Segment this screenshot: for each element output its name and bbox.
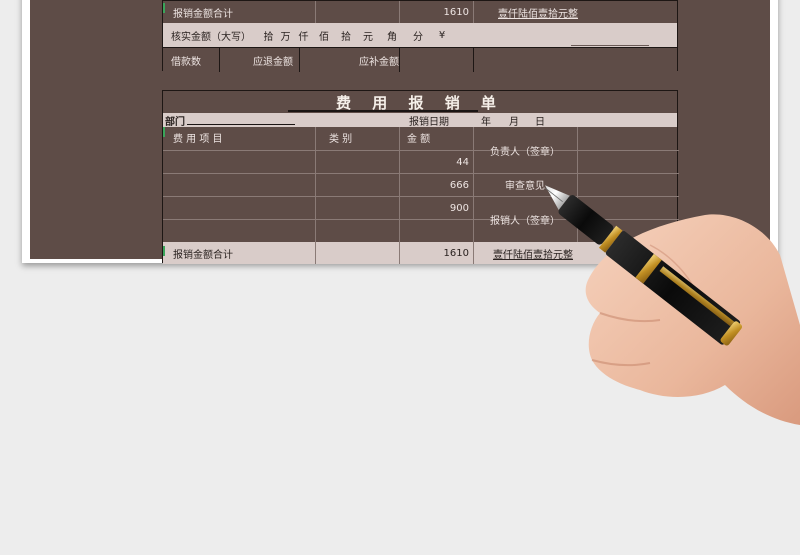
top-verified-label: 核实金额（大写） <box>171 31 251 43</box>
col-item-header: 费 用 项 目 <box>173 134 223 145</box>
row-amount <box>400 220 472 242</box>
top-refund-label: 应退金额 <box>253 56 293 68</box>
top-total-value: 1610 <box>443 6 469 18</box>
cell-marker <box>163 3 165 13</box>
dept-date-row: 部门 报销日期 年 月 日 <box>163 113 677 128</box>
top-loan-label: 借款数 <box>171 56 201 68</box>
top-verified-row: 核实金额（大写） 拾 万 仟 佰 拾 元 角 分 ¥ <box>163 23 677 47</box>
expense-form-top: 报销金额合计 1610 壹仟陆佰壹拾元整 核实金额（大写） 拾 万 仟 佰 拾 … <box>162 0 678 72</box>
date-label: 报销日期 <box>409 116 449 128</box>
row-amount: 666 <box>449 179 469 191</box>
top-loan-row: 借款数 应退金额 应补金额 <box>163 47 677 72</box>
month-label: 月 <box>509 116 519 128</box>
year-label: 年 <box>481 116 491 128</box>
total-label: 报销金额合计 <box>173 249 233 261</box>
row-amount: 900 <box>449 202 469 214</box>
table-row: 44 <box>163 150 677 173</box>
hand-with-pen-illustration <box>544 185 800 425</box>
dept-label: 部门 <box>165 116 185 128</box>
pen-grip <box>558 195 614 245</box>
top-supplement-label: 应补金额 <box>359 56 399 68</box>
day-label: 日 <box>535 116 545 128</box>
responsible-label: 负责人（签章） <box>490 146 560 158</box>
top-total-row: 报销金额合计 1610 壹仟陆佰壹拾元整 <box>163 1 677 23</box>
col-amount-header: 金 额 <box>407 134 431 145</box>
row-amount: 44 <box>456 156 469 168</box>
title-underline <box>288 110 478 112</box>
total-value: 1610 <box>443 247 469 259</box>
top-total-words: 壹仟陆佰壹拾元整 <box>498 8 578 20</box>
top-total-label: 报销金额合计 <box>173 8 233 20</box>
table-header-row: 费 用 项 目 类 别 金 额 <box>163 127 677 150</box>
top-amount-units: 拾 万 仟 佰 拾 元 角 分 ¥ <box>263 29 446 43</box>
col-category-header: 类 别 <box>329 134 353 145</box>
